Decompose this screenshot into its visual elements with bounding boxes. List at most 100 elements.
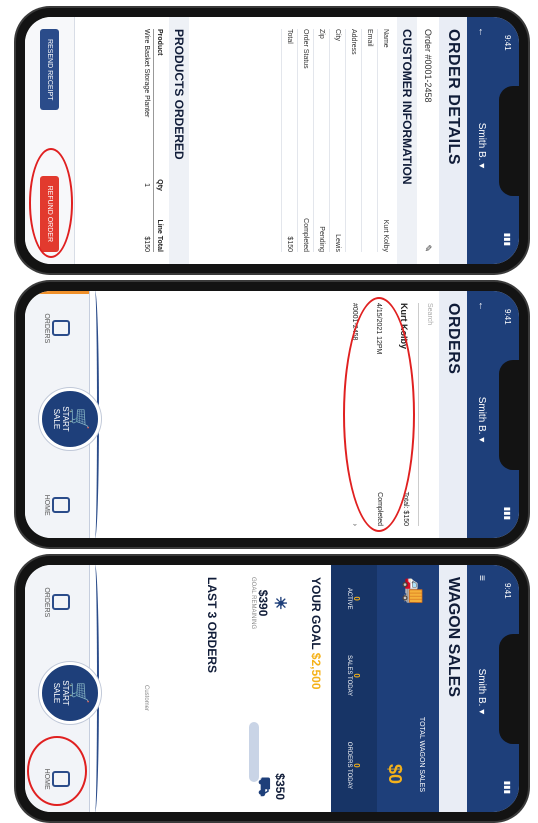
goal-heading: YOUR GOAL $2,500	[309, 577, 323, 690]
sale-label: SALE	[52, 682, 61, 704]
order-subheader: Order #0001-2458 ✎	[417, 17, 439, 264]
highlight-home	[27, 736, 87, 806]
highlight-order	[343, 297, 415, 532]
column-header: Line Total	[156, 219, 163, 252]
customer-section-title: CUSTOMER INFORMATION	[397, 17, 417, 264]
info-row: Order Status Completed	[297, 29, 313, 252]
stat-item: 0 ACTIVE	[347, 588, 362, 610]
stage: 9:41 ▮▮▮ ← Smith B. ▾ ORDER DETAILS Order…	[0, 0, 538, 823]
user-menu[interactable]: Smith B. ▾	[477, 397, 488, 443]
start-label: START	[61, 680, 70, 706]
back-arrow-icon[interactable]: ←	[477, 301, 488, 311]
orders-icon	[52, 320, 71, 337]
stat-value: 0	[352, 763, 362, 768]
page-title: ORDER DETAILS	[439, 17, 467, 264]
progress-left-value: $390	[256, 589, 270, 617]
info-row: Name Kurt Kolby	[377, 29, 393, 252]
stat-label: ORDERS TODAY	[346, 741, 353, 790]
progress-left-caption: GOAL REMAINING	[250, 577, 256, 630]
goal-label: YOUR GOAL	[309, 577, 323, 650]
clock: 9:41	[503, 309, 513, 325]
nav-label: ORDERS	[43, 587, 51, 618]
info-value: $150	[286, 236, 293, 252]
phone-dashboard: 9:41 ▮▮▮ ≡ Smith B. ▾ WAGON SALES 🚚 TOTAL…	[16, 556, 528, 821]
customer-placeholder: Customer	[143, 685, 149, 712]
home-icon	[52, 497, 71, 514]
info-label: Name	[382, 29, 389, 48]
table-row: Wire Basket Storage Planter 1 $150	[143, 29, 153, 252]
screen: 9:41 ▮▮▮ ← Smith B. ▾ ORDERS Search Kurt …	[25, 291, 519, 538]
back-arrow-icon[interactable]: ←	[477, 27, 488, 37]
nav-orders[interactable]: ORDERS	[44, 587, 71, 617]
user-menu[interactable]: Smith B. ▾	[477, 669, 488, 715]
start-sale-button[interactable]: 🛒 START SALE	[39, 661, 101, 724]
progress-bar	[249, 722, 259, 782]
clock: 9:41	[503, 583, 513, 599]
stat-value: 0	[352, 596, 362, 601]
notch	[499, 85, 519, 196]
order-number: Order #0001-2458	[423, 29, 433, 103]
resend-receipt-button[interactable]: RESEND RECEIPT	[40, 29, 59, 111]
stat-item: 0 ORDERS TODAY	[347, 742, 362, 789]
column-header: Qty	[156, 179, 163, 191]
screen: 9:41 ▮▮▮ ≡ Smith B. ▾ WAGON SALES 🚚 TOTAL…	[25, 565, 519, 812]
total-cell: $150	[143, 236, 150, 252]
info-row: Total $150	[281, 29, 297, 252]
products-section-title: PRODUCTS ORDERED	[169, 17, 189, 264]
highlight-refund	[29, 148, 73, 258]
orders-icon	[52, 594, 71, 611]
goal-progress: ☀ $390 GOAL REMAINING $350 ⛟	[235, 577, 305, 800]
phone-order-details: 9:41 ▮▮▮ ← Smith B. ▾ ORDER DETAILS Order…	[16, 8, 528, 273]
info-label: Total	[286, 29, 293, 44]
stat-item: 0 SALES TODAY	[347, 655, 362, 696]
user-menu[interactable]: Smith B. ▾	[477, 123, 488, 169]
stats-row: 0 ACTIVE 0 SALES TODAY 0 ORDERS TODAY	[331, 565, 377, 812]
info-value: Lewis	[334, 234, 341, 252]
nav-orders[interactable]: ORDERS	[44, 313, 71, 343]
progress-right-value: $350	[273, 773, 287, 800]
menu-icon[interactable]: ≡	[477, 575, 488, 581]
app-bar: ← Smith B. ▾	[467, 291, 497, 538]
last-orders-title: LAST 3 ORDERS	[205, 577, 219, 674]
info-label: Zip	[318, 29, 325, 39]
table-header: Product Qty Line Total	[153, 29, 163, 252]
notch	[499, 359, 519, 470]
start-sale-button[interactable]: 🛒 START SALE	[39, 387, 101, 450]
page-title: WAGON SALES	[439, 565, 467, 812]
sale-label: SALE	[52, 408, 61, 430]
notch	[499, 633, 519, 744]
search-input[interactable]: Search	[418, 303, 433, 526]
battery-icon: ▮▮▮	[503, 506, 513, 520]
qty-cell: 1	[143, 183, 150, 188]
sun-icon: ☀	[271, 595, 288, 611]
progress-left: ☀ $390 GOAL REMAINING	[250, 577, 290, 629]
info-row: City Lewis	[329, 29, 345, 252]
info-value: Completed	[302, 218, 309, 252]
app-bar: ≡ Smith B. ▾	[467, 565, 497, 812]
battery-icon: ▮▮▮	[503, 780, 513, 794]
clock: 9:41	[503, 35, 513, 51]
total-sales-value: $0	[385, 763, 405, 784]
stat-label: ACTIVE	[346, 587, 353, 610]
battery-icon: ▮▮▮	[503, 232, 513, 246]
nav-label: HOME	[43, 494, 51, 516]
info-value: Pending	[318, 226, 325, 252]
cart-icon: 🛒	[69, 681, 89, 705]
phone-orders: 9:41 ▮▮▮ ← Smith B. ▾ ORDERS Search Kurt …	[16, 282, 528, 547]
customer-info: Name Kurt Kolby Email Address City Lewis Z…	[281, 29, 393, 252]
column-header: Product	[156, 29, 163, 56]
stat-value: 0	[352, 673, 362, 678]
info-value: Kurt Kolby	[382, 219, 389, 252]
info-row: Email	[361, 29, 377, 252]
wagon-icon: 🚚	[402, 577, 427, 605]
orange-accent	[25, 291, 89, 294]
page-title: ORDERS	[439, 291, 467, 538]
cart-icon: 🛒	[69, 407, 89, 431]
nav-label: ORDERS	[43, 313, 51, 344]
chevron-right-icon: ›	[351, 523, 358, 526]
nav-home[interactable]: HOME	[44, 495, 71, 516]
pencil-icon[interactable]: ✎	[417, 244, 439, 252]
total-sales-label: TOTAL WAGON SALES	[418, 716, 425, 792]
info-label: Address	[350, 29, 357, 55]
info-label: Order Status	[302, 29, 309, 69]
